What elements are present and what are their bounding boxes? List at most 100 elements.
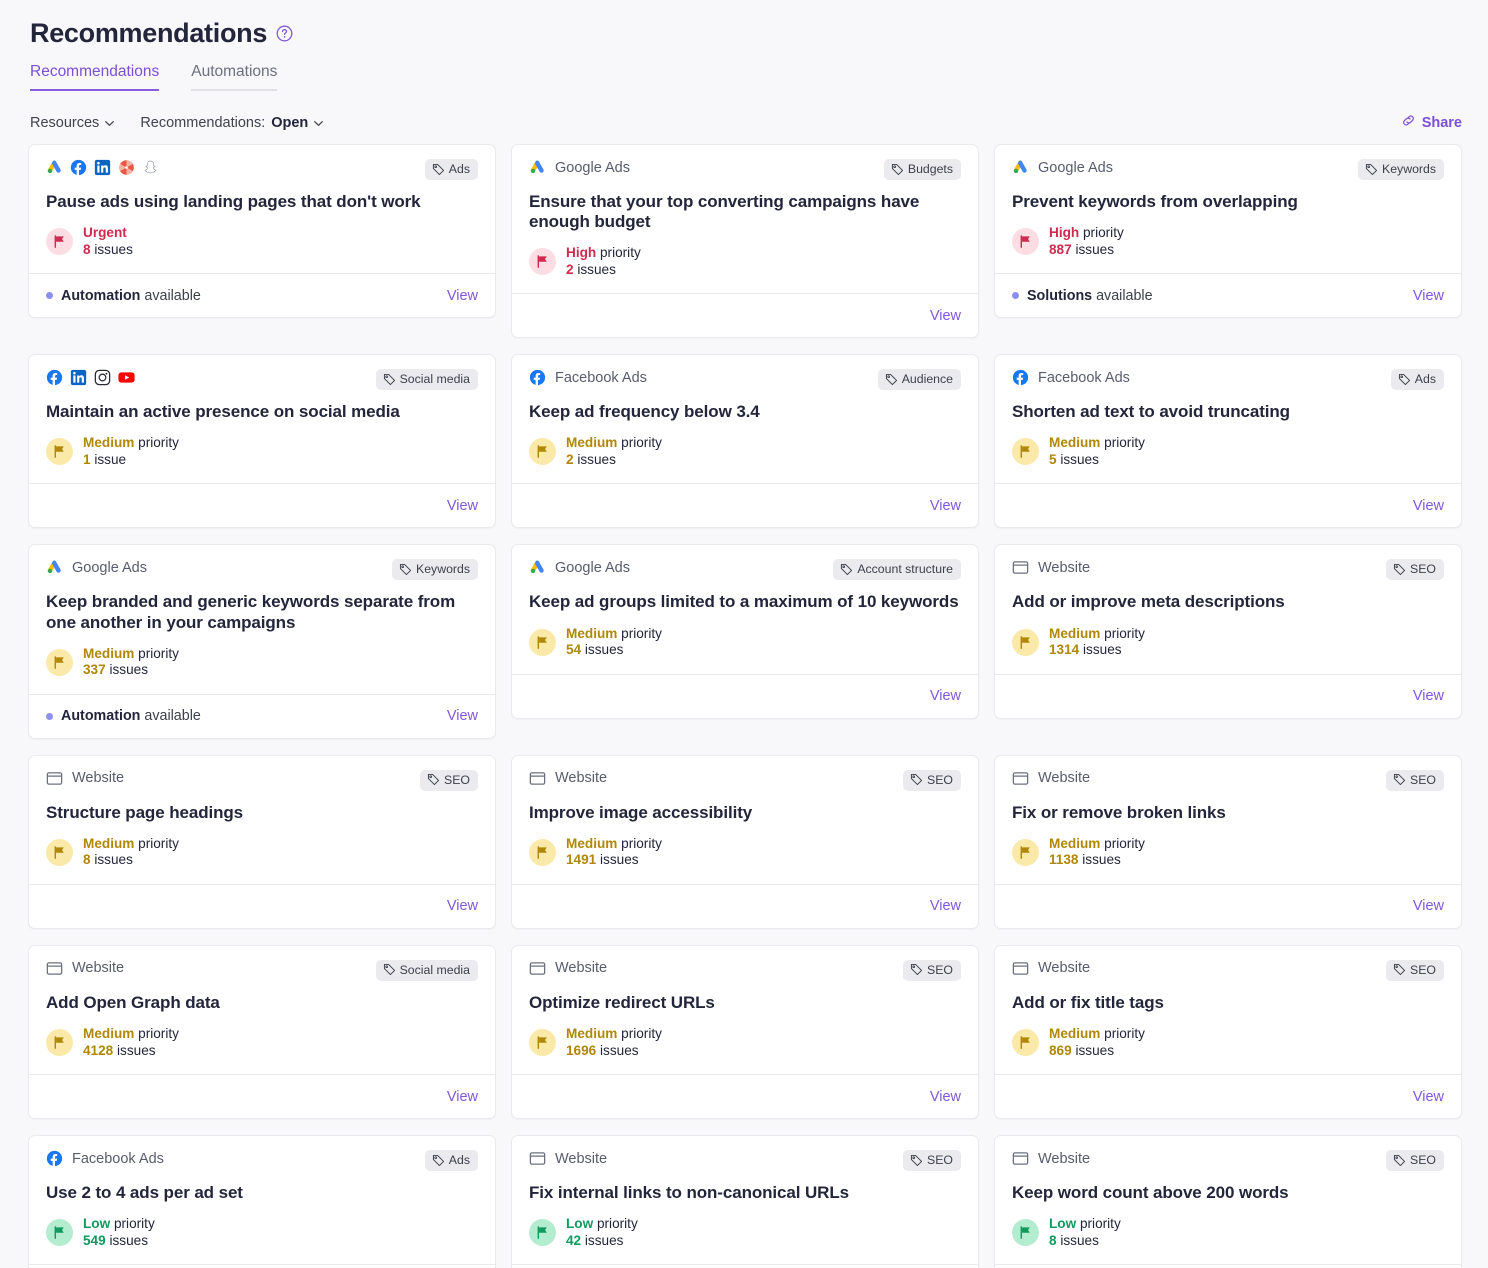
source-label: Website [72, 960, 125, 977]
recommendation-card[interactable]: Website SEO Fix internal links to non-cano… [511, 1135, 979, 1268]
issues-line: 1 issue [83, 452, 179, 469]
card-footer: View [995, 1074, 1461, 1118]
priority-level: Medium [83, 645, 135, 661]
priority-level: Low [1049, 1216, 1077, 1232]
view-link[interactable]: View [447, 498, 478, 514]
recommendations-status-filter[interactable]: Recommendations: Open [140, 115, 324, 131]
view-link[interactable]: View [447, 898, 478, 914]
recommendation-card[interactable]: Ads Pause ads using landing pages that do… [28, 144, 496, 319]
recommendation-card[interactable]: Website SEO Improve image accessibility Med… [511, 754, 979, 929]
question-circle-icon[interactable] [276, 25, 293, 42]
view-link[interactable]: View [1413, 498, 1444, 514]
instagram-icon [94, 369, 111, 386]
status-dot-icon [1012, 292, 1019, 300]
card-title[interactable]: Keep ad frequency below 3.4 [529, 402, 961, 422]
recommendation-card[interactable]: Website SEO Optimize redirect URLs Medium p… [511, 944, 979, 1120]
card-title[interactable]: Maintain an active presence on social me… [46, 402, 478, 422]
card-title[interactable]: Add Open Graph data [46, 993, 478, 1013]
view-link[interactable]: View [930, 498, 961, 514]
category-tag-label: SEO [444, 772, 470, 787]
card-title[interactable]: Optimize redirect URLs [529, 993, 961, 1013]
priority-suffix: priority [593, 1216, 638, 1232]
view-link[interactable]: View [930, 688, 961, 704]
recommendation-card[interactable]: Facebook Ads Audience Keep ad frequency be… [511, 354, 979, 529]
card-body: Google Ads Keywords Prevent keywords from … [995, 145, 1461, 273]
priority-level-line: Medium priority [566, 435, 662, 452]
recommendation-card[interactable]: Facebook Ads Ads Shorten ad text to avoid … [994, 354, 1462, 529]
view-link[interactable]: View [447, 708, 478, 724]
source-icons: Website [46, 770, 124, 787]
source-icons: Website [1012, 559, 1090, 576]
view-link[interactable]: View [1413, 898, 1444, 914]
recommendation-card[interactable]: Google Ads Keywords Prevent keywords from … [994, 144, 1462, 319]
share-button[interactable]: Share [1401, 113, 1462, 132]
website-icon [529, 1150, 546, 1167]
source-label: Google Ads [72, 559, 147, 576]
source-icons: Facebook Ads [46, 1150, 164, 1167]
card-title[interactable]: Fix or remove broken links [1012, 803, 1444, 823]
view-link[interactable]: View [1413, 688, 1444, 704]
priority-suffix: priority [617, 835, 662, 851]
priority-level-line: Medium priority [566, 1026, 662, 1043]
availability-note: Automation available [46, 708, 201, 724]
priority-row: Medium priority 4128 issues [46, 1026, 478, 1059]
priority-text: Medium priority 1491 issues [566, 836, 662, 869]
view-link[interactable]: View [930, 898, 961, 914]
recommendation-card[interactable]: Google Ads Keywords Keep branded and gener… [28, 544, 496, 739]
recommendation-card[interactable]: Google Ads Budgets Ensure that your top co… [511, 144, 979, 339]
card-title[interactable]: Keep branded and generic keywords separa… [46, 592, 478, 632]
recommendation-card[interactable]: Website SEO Fix or remove broken links Medi… [994, 754, 1462, 929]
resources-filter[interactable]: Resources [30, 115, 115, 131]
view-link[interactable]: View [930, 1089, 961, 1105]
category-tag-label: Ads [448, 162, 470, 176]
card-title[interactable]: Pause ads using landing pages that don't… [46, 192, 478, 212]
recommendation-card[interactable]: Website SEO Add or improve meta descriptio… [994, 544, 1462, 719]
recommendation-card[interactable]: Social media Maintain an active presence … [28, 354, 496, 529]
priority-level-line: Urgent [83, 225, 133, 242]
tab-recommendations[interactable]: Recommendations [30, 63, 160, 91]
card-title[interactable]: Add or improve meta descriptions [1012, 592, 1444, 612]
recommendation-card[interactable]: Website SEO Keep word count above 200 word… [994, 1135, 1462, 1268]
source-icons: Website [529, 1150, 607, 1167]
recommendation-card[interactable]: Website SEO Structure page headings Medium … [28, 754, 496, 929]
priority-text: Medium priority 54 issues [566, 626, 662, 659]
tab-automations[interactable]: Automations [191, 63, 278, 91]
issues-line: 1138 issues [1049, 852, 1145, 869]
website-icon [529, 960, 546, 977]
flag-icon [1012, 1219, 1039, 1247]
recommendations-page: Recommendations Recommendations Automati… [0, 0, 1488, 1268]
card-title[interactable]: Shorten ad text to avoid truncating [1012, 402, 1444, 422]
recommendation-card[interactable]: Facebook Ads Ads Use 2 to 4 ads per ad set… [28, 1135, 496, 1268]
card-body: Social media Maintain an active presence … [29, 355, 495, 483]
category-tag-label: SEO [1410, 772, 1436, 787]
card-title[interactable]: Use 2 to 4 ads per ad set [46, 1183, 478, 1203]
status-dot-icon [46, 292, 53, 300]
category-tag: SEO [903, 959, 961, 981]
recommendation-card[interactable]: Website SEO Add or fix title tags Medium pr… [994, 944, 1462, 1120]
tag-icon [427, 773, 440, 786]
card-title[interactable]: Fix internal links to non-canonical URLs [529, 1183, 961, 1203]
card-title[interactable]: Structure page headings [46, 803, 478, 823]
priority-level-line: Low priority [1049, 1216, 1121, 1233]
card-footer: View [29, 883, 495, 928]
card-title[interactable]: Improve image accessibility [529, 803, 961, 823]
view-link[interactable]: View [1413, 288, 1444, 304]
priority-text: Medium priority 1 issue [83, 435, 179, 468]
card-footer: View [512, 673, 978, 718]
availability-text: Automation available [61, 708, 201, 724]
view-link[interactable]: View [1413, 1089, 1444, 1105]
card-header-row: Google Ads Budgets [529, 159, 961, 181]
recommendation-card[interactable]: Google Ads Account structure Keep ad group… [511, 544, 979, 719]
card-title[interactable]: Keep ad groups limited to a maximum of 1… [529, 592, 961, 612]
card-title[interactable]: Prevent keywords from overlapping [1012, 192, 1444, 212]
priority-level: Medium [1049, 1025, 1101, 1041]
issues-label: issues [1071, 241, 1114, 257]
card-title[interactable]: Add or fix title tags [1012, 993, 1444, 1013]
view-link[interactable]: View [930, 308, 961, 324]
view-link[interactable]: View [447, 288, 478, 304]
recommendation-card[interactable]: Website Social media Add Open Graph data Me… [28, 944, 496, 1120]
availability-kind: Solutions [1027, 287, 1093, 304]
card-title[interactable]: Ensure that your top converting campaign… [529, 192, 961, 232]
card-title[interactable]: Keep word count above 200 words [1012, 1183, 1444, 1203]
view-link[interactable]: View [447, 1089, 478, 1105]
